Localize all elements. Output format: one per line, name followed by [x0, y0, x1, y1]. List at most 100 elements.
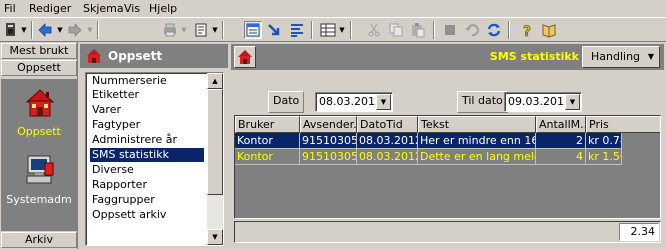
- menu-form[interactable]: Skjema: [83, 2, 124, 15]
- help-icon[interactable]: ?: [518, 21, 536, 39]
- list-item[interactable]: Fagtyper: [90, 118, 204, 132]
- toolbar-separator: [311, 21, 313, 39]
- cell-price: kr 1.56: [586, 149, 622, 165]
- setup-list[interactable]: Nummerserie Etiketter Varer Fagtyper Adm…: [85, 72, 224, 246]
- toolbar: ▼ ▼ ▼ ▼ ▼ ▼ ?: [0, 17, 666, 42]
- menu-bar: Fil Rediger Skjema Vis Hjelp: [0, 0, 666, 17]
- col-header-text[interactable]: Tekst: [418, 116, 536, 133]
- to-date-field[interactable]: 09.03.2012 ▼: [504, 92, 582, 112]
- app-dropdown-icon[interactable]: ▼: [20, 21, 28, 39]
- cell-sender: 91510305: [300, 133, 357, 149]
- group-pane: Oppsett Systemadm: [1, 79, 77, 231]
- action-button[interactable]: Handling ▼: [582, 46, 660, 68]
- cell-text: Dette er en lang melding skhjf: [418, 149, 536, 165]
- cell-price: kr 0.78: [586, 133, 622, 149]
- total-row: 2.34: [234, 221, 661, 243]
- menu-view[interactable]: Vis: [124, 2, 140, 15]
- outlook-bar: Mest brukt Oppsett Oppsett Systemadm Ark…: [0, 42, 78, 249]
- grid-icon[interactable]: [319, 21, 337, 39]
- col-header-user[interactable]: Bruker: [235, 116, 300, 133]
- to-date-value: 09.03.2012: [508, 95, 571, 108]
- toolbar-separator: [222, 21, 224, 39]
- book-icon[interactable]: [540, 21, 558, 39]
- col-header-sender[interactable]: Avsender...: [300, 116, 357, 133]
- cell-user: Kontor: [235, 149, 300, 165]
- cut-icon: [365, 21, 383, 39]
- chevron-down-icon[interactable]: ▼: [565, 94, 580, 110]
- list-item[interactable]: Oppsett arkiv: [90, 208, 204, 222]
- list-item-selected[interactable]: SMS statistikk: [90, 148, 204, 162]
- date-label: Dato: [268, 91, 305, 113]
- group-most-used[interactable]: Mest brukt: [1, 43, 77, 59]
- list-item[interactable]: Nummerserie: [90, 74, 204, 88]
- col-header-price[interactable]: Pris: [586, 116, 660, 133]
- setup-panel: Oppsett Nummerserie Etiketter Varer Fagt…: [80, 42, 228, 249]
- chevron-down-icon: ▼: [647, 52, 654, 61]
- cell-datetime: 08.03.2012: [357, 133, 418, 149]
- sms-header: SMS statistikk Handling ▼: [231, 44, 664, 70]
- group-setup[interactable]: Oppsett: [1, 60, 77, 76]
- toolbar-separator: [508, 21, 510, 39]
- sms-grid[interactable]: Bruker Avsender... DatoTid Tekst AntallM…: [234, 115, 661, 219]
- cell-count: 2: [536, 133, 586, 149]
- scroll-up-icon[interactable]: ▲: [207, 73, 223, 89]
- sms-statistics-panel: SMS statistikk Handling ▼ Dato 08.03.201…: [231, 42, 666, 249]
- print-icon: [161, 21, 179, 39]
- date-value: 08.03.2012: [319, 95, 382, 108]
- scroll-thumb[interactable]: [207, 89, 223, 195]
- list-item[interactable]: Faggrupper: [90, 193, 204, 207]
- toolbar-separator: [97, 21, 99, 39]
- cell-user: Kontor: [235, 133, 300, 149]
- setup-panel-title: Oppsett: [108, 49, 163, 63]
- col-header-count[interactable]: AntallM...: [536, 116, 586, 133]
- svg-text:?: ?: [523, 24, 531, 38]
- refresh-icon[interactable]: [485, 21, 503, 39]
- scroll-down-icon[interactable]: ▼: [207, 229, 223, 245]
- cell-count: 4: [536, 149, 586, 165]
- to-date-label: Til dato: [457, 91, 508, 113]
- preview-dropdown-icon[interactable]: ▼: [211, 21, 219, 39]
- cell-sender: 91510305: [300, 149, 357, 165]
- copy-icon: [387, 21, 405, 39]
- menu-help[interactable]: Hjelp: [149, 2, 177, 15]
- toolbar-separator: [31, 21, 33, 39]
- date-field[interactable]: 08.03.2012 ▼: [315, 92, 393, 112]
- grid-dropdown-icon[interactable]: ▼: [338, 21, 346, 39]
- setup-item-label[interactable]: Oppsett: [1, 125, 77, 138]
- list-item[interactable]: Varer: [90, 103, 204, 117]
- menu-file[interactable]: Fil: [4, 2, 16, 15]
- total-value: 2.34: [619, 223, 659, 241]
- sysadm-item-label[interactable]: Systemadm: [1, 193, 77, 206]
- chevron-down-icon[interactable]: ▼: [376, 94, 391, 110]
- list-item[interactable]: Rapporter: [90, 178, 204, 192]
- sms-title: SMS statistikk: [489, 50, 579, 63]
- print-dropdown-icon: ▼: [181, 26, 187, 34]
- paste-icon: [409, 21, 427, 39]
- list-icon[interactable]: [288, 21, 306, 39]
- stop-icon: [441, 21, 459, 39]
- action-button-label: Handling: [591, 50, 641, 63]
- house-icon[interactable]: [23, 86, 57, 120]
- preview-icon[interactable]: [192, 21, 210, 39]
- house-icon: [85, 47, 103, 65]
- computer-icon[interactable]: [23, 153, 57, 187]
- menu-edit[interactable]: Rediger: [29, 2, 71, 15]
- list-scrollbar[interactable]: ▲ ▼: [207, 73, 223, 245]
- group-archive[interactable]: Arkiv: [1, 232, 77, 248]
- house-icon[interactable]: [234, 46, 256, 68]
- arrow-icon[interactable]: [265, 21, 283, 39]
- toolbar-separator: [433, 21, 435, 39]
- list-item[interactable]: Diverse: [90, 163, 204, 177]
- forward-icon: [66, 21, 84, 39]
- list-item[interactable]: Etiketter: [90, 88, 204, 102]
- app-icon[interactable]: [2, 21, 20, 39]
- forward-dropdown-icon: ▼: [87, 26, 93, 34]
- undo-icon: [463, 21, 481, 39]
- cell-datetime: 08.03.2012: [357, 149, 418, 165]
- col-header-datetime[interactable]: DatoTid: [357, 116, 418, 133]
- back-icon[interactable]: [36, 21, 54, 39]
- form-view-icon[interactable]: [244, 21, 262, 39]
- cell-text: Her er mindre enn 160 tegn: [418, 133, 536, 149]
- back-dropdown-icon[interactable]: ▼: [56, 21, 64, 39]
- list-item[interactable]: Administrere år: [90, 133, 204, 147]
